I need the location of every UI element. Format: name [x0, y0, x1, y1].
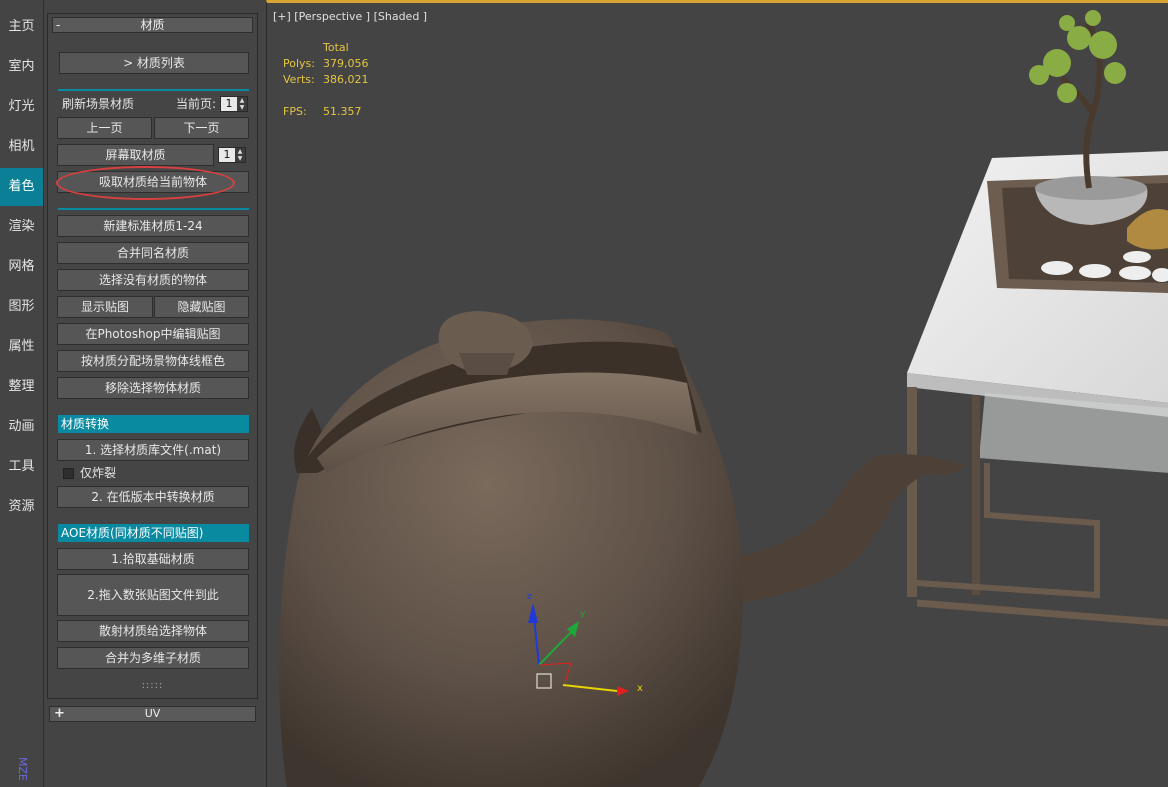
tab-render[interactable]: 渲染 [0, 208, 43, 246]
pick-base-material-button[interactable]: 1.拾取基础材质 [57, 548, 249, 570]
spinner-down-icon[interactable]: ▼ [236, 155, 244, 162]
teapot-spout [732, 454, 967, 603]
x-axis-label: x [637, 683, 643, 694]
next-page-button[interactable]: 下一页 [154, 117, 249, 139]
spinner-up-icon[interactable]: ▲ [236, 148, 244, 155]
scatter-material-button[interactable]: 散射材质给选择物体 [57, 620, 249, 642]
show-maps-button[interactable]: 显示贴图 [57, 296, 153, 318]
screen-pick-spinner[interactable]: 1 ▲ ▼ [218, 147, 246, 163]
divider [58, 208, 249, 210]
tea-cup [1119, 266, 1151, 280]
stats-polys-value: 379,056 [323, 57, 369, 70]
tea-cup [1079, 264, 1111, 278]
tab-lighting[interactable]: 灯光 [0, 88, 43, 126]
rollout-title: 材质 [140, 18, 165, 32]
stats-verts-value: 386,021 [323, 73, 369, 86]
stats-fps-value: 51.357 [323, 105, 362, 118]
bonsai-pot-rim [1035, 176, 1147, 200]
table-lattice [916, 463, 1100, 599]
refresh-scene-materials-label[interactable]: 刷新场景材质 [62, 96, 134, 112]
stats-polys-label: Polys: [283, 57, 315, 70]
viewport-scene[interactable]: x y z [267, 3, 1168, 787]
tab-tools[interactable]: 工具 [0, 448, 43, 486]
command-tab-bar: 主页 室内 灯光 相机 着色 渲染 网格 图形 属性 整理 动画 工具 资源 M… [0, 0, 44, 787]
collapse-icon[interactable]: - [56, 18, 60, 32]
select-no-material-button[interactable]: 选择没有材质的物体 [57, 269, 249, 291]
tea-cup [1041, 261, 1073, 275]
uv-rollout-header[interactable]: + UV [49, 706, 256, 722]
merge-multisub-button[interactable]: 合并为多维子材质 [57, 647, 249, 669]
convert-low-version-button[interactable]: 2. 在低版本中转换材质 [57, 486, 249, 508]
tab-animation[interactable]: 动画 [0, 408, 43, 446]
teapot[interactable] [279, 311, 967, 787]
prev-page-button[interactable]: 上一页 [57, 117, 152, 139]
screen-pick-value[interactable]: 1 [219, 148, 235, 162]
tab-organize[interactable]: 整理 [0, 368, 43, 406]
remove-selected-material-button[interactable]: 移除选择物体材质 [57, 377, 249, 399]
spinner-up-icon[interactable]: ▲ [238, 97, 246, 104]
side-table[interactable] [907, 10, 1168, 627]
resize-grip[interactable]: ::::: [48, 680, 257, 691]
new-standard-materials-button[interactable]: 新建标准材质1-24 [57, 215, 249, 237]
material-rollout: - 材质 > 材质列表 刷新场景材质 当前页: 1 ▲ ▼ 上一页 下一页 屏幕… [47, 13, 258, 699]
stats-fps-label: FPS: [283, 105, 307, 118]
select-library-file-button[interactable]: 1. 选择材质库文件(.mat) [57, 439, 249, 461]
tea-cup [1123, 251, 1151, 263]
drop-maps-area[interactable]: 2.拖入数张贴图文件到此 [57, 574, 249, 616]
spinner-down-icon[interactable]: ▼ [238, 104, 246, 111]
current-page-label: 当前页: [176, 97, 217, 111]
current-page-spinner[interactable]: 1 ▲ ▼ [220, 96, 248, 112]
tab-home[interactable]: 主页 [0, 8, 43, 46]
z-axis-label: z [527, 592, 532, 602]
teapot-knob-stem [459, 353, 515, 375]
tab-resources[interactable]: 资源 [0, 488, 43, 526]
merge-same-name-button[interactable]: 合并同名材质 [57, 242, 249, 264]
plugin-logo-text: MZE [16, 757, 29, 781]
tab-shapes[interactable]: 图形 [0, 288, 43, 326]
tab-shading[interactable]: 着色 [0, 168, 43, 206]
explode-only-checkbox[interactable] [63, 468, 74, 479]
material-conversion-header: 材质转换 [58, 415, 249, 433]
aoe-material-header: AOE材质(同材质不同贴图) [58, 524, 249, 542]
expand-icon[interactable]: + [54, 707, 65, 721]
screen-pick-material-button[interactable]: 屏幕取材质 [57, 144, 214, 166]
stats-verts-label: Verts: [283, 73, 315, 86]
perspective-viewport[interactable]: x y z [+] [Perspective ] [Shaded ] Total… [266, 0, 1168, 787]
divider [58, 89, 249, 91]
hide-maps-button[interactable]: 隐藏贴图 [154, 296, 249, 318]
tab-mesh[interactable]: 网格 [0, 248, 43, 286]
tab-properties[interactable]: 属性 [0, 328, 43, 366]
table-leg [972, 395, 980, 595]
tab-camera[interactable]: 相机 [0, 128, 43, 166]
assign-material-to-current-button[interactable]: 吸取材质给当前物体 [57, 171, 249, 193]
viewport-label[interactable]: [+] [Perspective ] [Shaded ] [273, 10, 427, 23]
wire-color-by-material-button[interactable]: 按材质分配场景物体线框色 [57, 350, 249, 372]
tab-interior[interactable]: 室内 [0, 48, 43, 86]
table-rail [916, 599, 1168, 627]
edit-in-photoshop-button[interactable]: 在Photoshop中编辑贴图 [57, 323, 249, 345]
explode-only-label[interactable]: 仅炸裂 [80, 465, 116, 481]
uv-rollout-title: UV [144, 707, 161, 720]
rollout-header[interactable]: - 材质 [52, 17, 253, 33]
material-list-button[interactable]: > 材质列表 [59, 52, 249, 74]
stats-total-label: Total [323, 41, 349, 54]
table-leg [907, 387, 917, 597]
current-page-value[interactable]: 1 [221, 97, 237, 111]
y-axis-label: y [580, 609, 586, 619]
